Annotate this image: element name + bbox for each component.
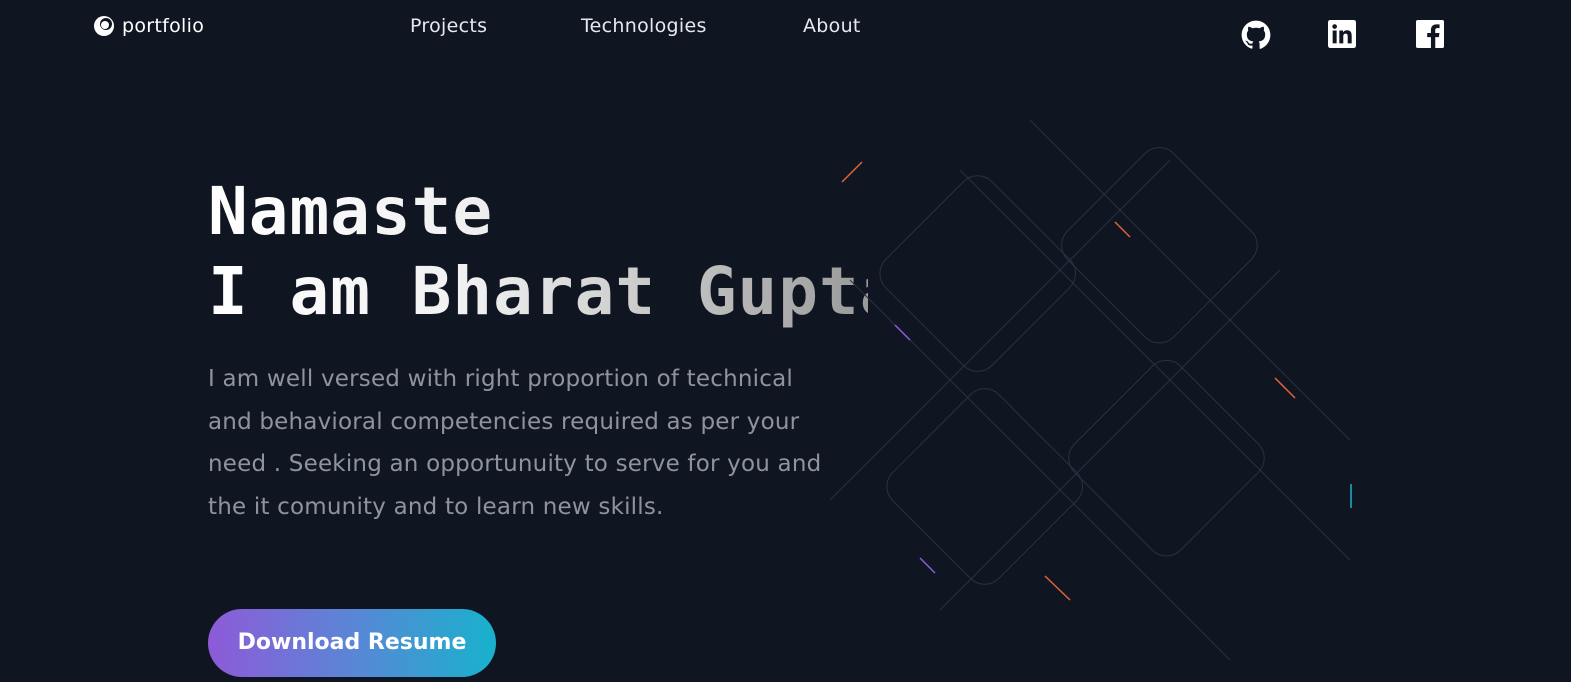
art-streak — [841, 161, 863, 183]
hero-title-line-2: I am Bharat Gupta — [208, 253, 901, 330]
hero-description: I am well versed with right proportion o… — [208, 366, 822, 520]
art-streak — [919, 557, 936, 574]
nav-link-about[interactable]: About — [803, 15, 861, 37]
art-streak — [1274, 377, 1296, 399]
art-grid-line — [829, 159, 1171, 501]
page-bottom-edge — [0, 682, 1571, 686]
logo-icon — [94, 16, 114, 36]
linkedin-icon — [1328, 20, 1356, 48]
download-resume-button[interactable]: Download Resume — [208, 609, 496, 677]
github-icon — [1241, 20, 1271, 49]
hero-title-line-1: Namaste — [208, 173, 494, 250]
nav-link-technologies[interactable]: Technologies — [581, 15, 707, 37]
hero-title: Namaste I am Bharat Gupta — [208, 172, 868, 332]
art-grid-line — [959, 169, 1351, 561]
art-streak — [1114, 221, 1131, 238]
art-grid-line — [939, 269, 1281, 611]
github-link[interactable] — [1241, 20, 1271, 50]
art-tile — [886, 388, 1084, 585]
art-grid-line — [1029, 119, 1351, 441]
decorative-grid-art — [829, 119, 1352, 661]
art-tile — [879, 175, 1076, 372]
facebook-icon — [1416, 20, 1444, 48]
nav-link-projects[interactable]: Projects — [410, 15, 487, 37]
top-navbar: portfolio Projects Technologies About — [0, 0, 1571, 60]
art-streak — [894, 324, 911, 341]
linkedin-link[interactable] — [1328, 20, 1356, 48]
logo[interactable]: portfolio — [92, 14, 204, 38]
logo-text: portfolio — [122, 15, 205, 37]
facebook-link[interactable] — [1416, 20, 1444, 48]
art-streak — [1044, 575, 1071, 601]
